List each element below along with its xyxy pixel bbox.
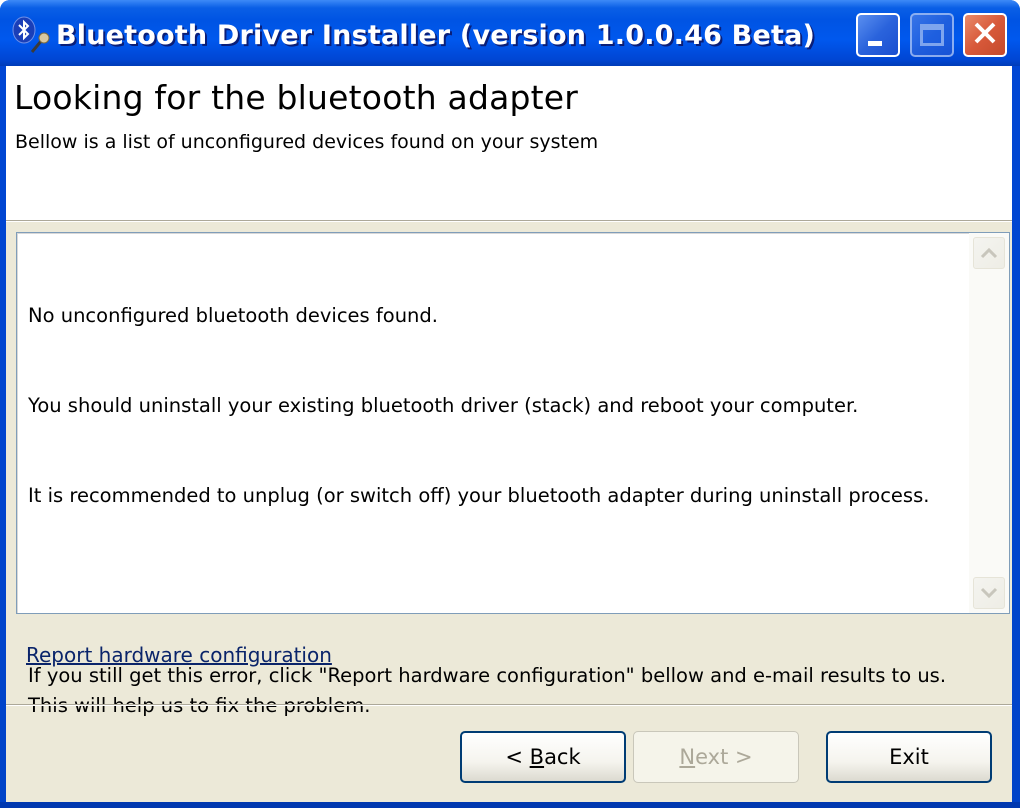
page-title: Looking for the bluetooth adapter (14, 78, 579, 117)
scroll-up-button[interactable] (973, 237, 1005, 269)
message-line: No unconfigured bluetooth devices found. (28, 304, 438, 327)
exit-button[interactable]: Exit (826, 731, 992, 783)
next-button: Next > (633, 731, 799, 783)
maximize-icon (920, 24, 944, 46)
installer-window: Bluetooth Driver Installer (version 1.0.… (0, 0, 1020, 808)
header-divider (6, 220, 1012, 222)
chevron-up-icon (980, 244, 998, 263)
close-icon (972, 20, 998, 50)
device-list-textbox[interactable]: No unconfigured bluetooth devices found.… (16, 232, 1010, 717)
message-line: It is recommended to unplug (or switch o… (28, 484, 930, 507)
back-label-rest: ack (544, 745, 581, 769)
page-subtitle: Bellow is a list of unconfigured devices… (15, 131, 599, 153)
maximize-button (910, 13, 954, 57)
footer-divider (6, 704, 1012, 706)
report-hardware-configuration-link[interactable]: Report hardware configuration (26, 643, 332, 667)
window-title: Bluetooth Driver Installer (version 1.0.… (56, 20, 816, 51)
back-prefix: < (505, 745, 530, 769)
exit-label: Exit (889, 745, 929, 769)
close-button[interactable] (963, 13, 1007, 57)
back-mnemonic: B (529, 745, 545, 769)
minimize-icon (868, 40, 882, 46)
wizard-header: Looking for the bluetooth adapter Bellow… (6, 66, 1012, 220)
status-message: No unconfigured bluetooth devices found.… (28, 241, 958, 781)
window-frame-bottom (0, 802, 1020, 808)
back-button[interactable]: < Back (460, 731, 626, 783)
scroll-down-button[interactable] (973, 577, 1005, 609)
message-line: If you still get this error, click "Repo… (28, 664, 953, 717)
message-line: You should uninstall your existing bluet… (28, 394, 859, 417)
vertical-scrollbar[interactable] (969, 233, 1009, 613)
chevron-down-icon (980, 584, 998, 603)
bluetooth-key-icon (10, 16, 52, 56)
minimize-button[interactable] (856, 13, 900, 57)
dialog-client-area: Looking for the bluetooth adapter Bellow… (6, 66, 1012, 802)
next-label-rest: ext > (695, 745, 753, 769)
message-blank-line: ​ (28, 571, 958, 601)
next-mnemonic: N (679, 745, 696, 769)
title-bar[interactable]: Bluetooth Driver Installer (version 1.0.… (0, 0, 1020, 66)
